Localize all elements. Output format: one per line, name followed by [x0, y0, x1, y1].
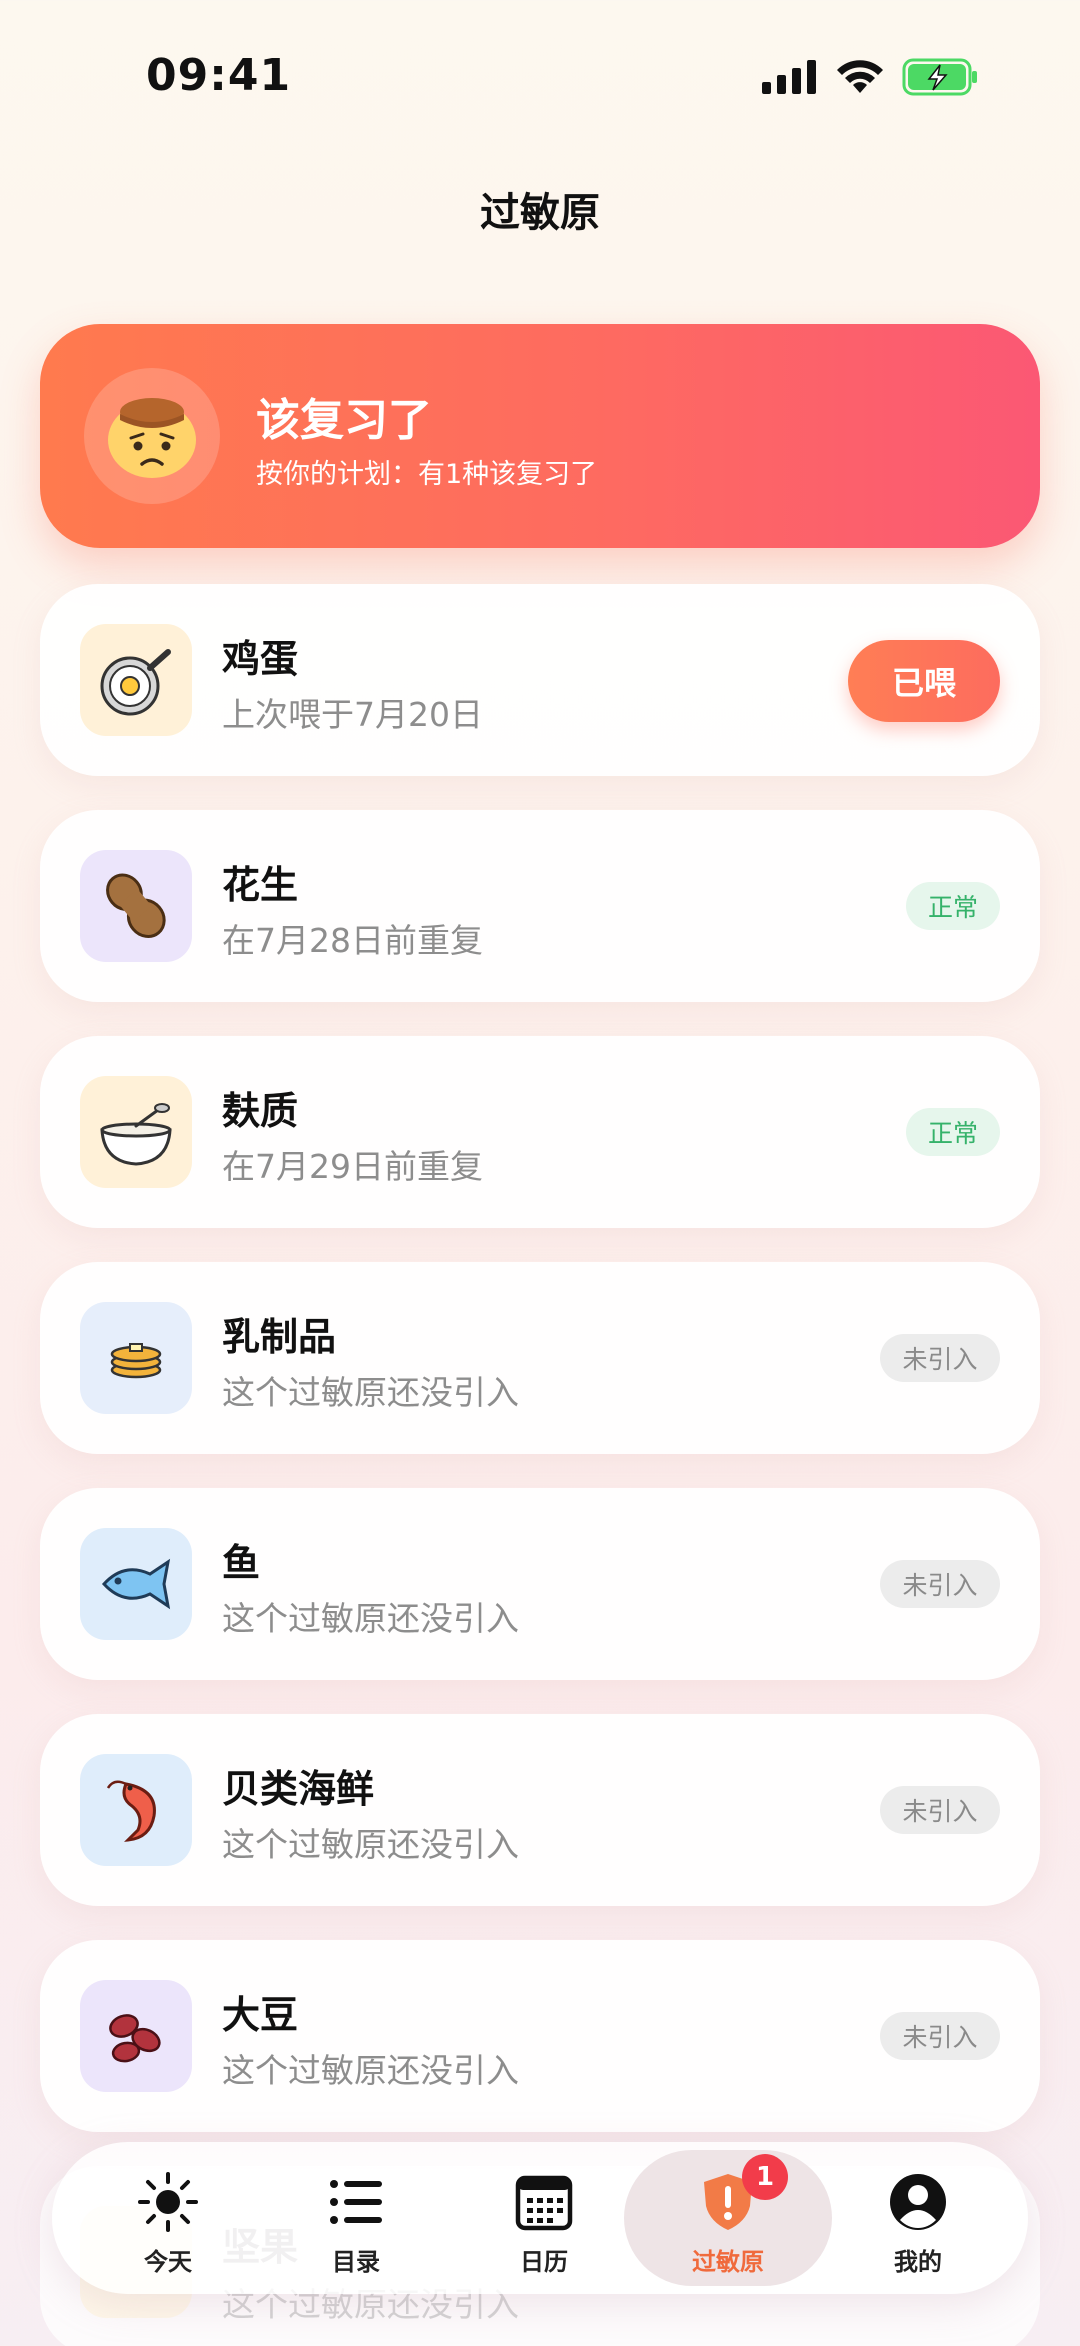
pancake-icon — [80, 1302, 192, 1414]
banner-subtitle: 按你的计划：有1种该复习了 — [256, 459, 598, 490]
sun-icon — [138, 2172, 198, 2232]
status-badge: 正常 — [906, 882, 1000, 930]
allergen-card-peanut[interactable]: 花生 在7月28日前重复 正常 — [40, 810, 1040, 1002]
battery-charging-icon — [902, 58, 977, 96]
tab-allergens[interactable]: 1 过敏原 — [624, 2150, 832, 2286]
allergen-name: 麸质 — [222, 1089, 299, 1133]
tab-label: 今天 — [144, 2248, 192, 2276]
tab-label: 我的 — [894, 2248, 942, 2276]
allergen-name: 鱼 — [222, 1541, 261, 1585]
allergen-subtitle: 在7月28日前重复 — [222, 921, 483, 960]
status-badge: 未引入 — [880, 1560, 1000, 1608]
status-badge: 正常 — [906, 1108, 1000, 1156]
allergen-card-dairy[interactable]: 乳制品 这个过敏原还没引入 未引入 — [40, 1262, 1040, 1454]
tab-catalog[interactable]: 目录 — [262, 2142, 450, 2294]
allergen-card-shellfish[interactable]: 贝类海鲜 这个过敏原还没引入 未引入 — [40, 1714, 1040, 1906]
allergen-subtitle: 这个过敏原还没引入 — [222, 2051, 519, 2090]
allergen-name: 乳制品 — [222, 1315, 337, 1359]
tab-today[interactable]: 今天 — [74, 2142, 262, 2294]
allergen-card-soy[interactable]: 大豆 这个过敏原还没引入 未引入 — [40, 1940, 1040, 2132]
tab-label: 目录 — [332, 2248, 380, 2276]
bottom-tab-bar: 今天 目录 日历 1 过敏原 我的 — [52, 2142, 1028, 2294]
calendar-icon — [515, 2175, 573, 2231]
cellular-signal-icon — [762, 60, 816, 94]
egg-pan-icon — [80, 624, 192, 736]
tab-label: 过敏原 — [692, 2248, 764, 2276]
fish-icon — [80, 1528, 192, 1640]
tab-label: 日历 — [520, 2248, 568, 2276]
status-badge: 未引入 — [880, 2012, 1000, 2060]
page-title: 过敏原 — [480, 190, 600, 236]
allergen-name: 贝类海鲜 — [222, 1767, 375, 1811]
list-icon — [330, 2180, 382, 2224]
banner-title: 该复习了 — [256, 395, 432, 446]
peanut-icon — [80, 850, 192, 962]
allergen-card-gluten[interactable]: 麸质 在7月29日前重复 正常 — [40, 1036, 1040, 1228]
banner-icon-wrap — [84, 368, 220, 504]
status-badge: 未引入 — [880, 1334, 1000, 1382]
allergen-name: 鸡蛋 — [222, 637, 299, 681]
allergen-name: 花生 — [222, 863, 299, 907]
wifi-icon — [837, 60, 883, 93]
shrimp-icon — [80, 1754, 192, 1866]
allergen-name: 大豆 — [222, 1993, 299, 2037]
status-badge: 未引入 — [880, 1786, 1000, 1834]
notification-badge: 1 — [742, 2154, 788, 2200]
allergen-subtitle: 在7月29日前重复 — [222, 1147, 483, 1186]
allergen-subtitle: 这个过敏原还没引入 — [222, 1373, 519, 1412]
bowl-icon — [80, 1076, 192, 1188]
fed-button[interactable]: 已喂 — [848, 640, 1000, 722]
allergen-card-egg[interactable]: 鸡蛋 上次喂于7月20日 已喂 — [40, 584, 1040, 776]
allergen-subtitle: 上次喂于7月20日 — [222, 695, 483, 734]
review-reminder-banner[interactable]: 该复习了 按你的计划：有1种该复习了 — [40, 324, 1040, 548]
tab-profile[interactable]: 我的 — [824, 2142, 1012, 2294]
status-icons — [762, 58, 980, 96]
tab-calendar[interactable]: 日历 — [450, 2142, 638, 2294]
allergen-card-fish[interactable]: 鱼 这个过敏原还没引入 未引入 — [40, 1488, 1040, 1680]
profile-icon — [890, 2174, 946, 2230]
beans-icon — [80, 1980, 192, 2092]
allergen-subtitle: 这个过敏原还没引入 — [222, 1825, 519, 1864]
status-time: 09:41 — [146, 50, 292, 101]
worried-pudding-icon — [108, 398, 196, 478]
allergen-subtitle: 这个过敏原还没引入 — [222, 1599, 519, 1638]
status-bar: 09:41 — [0, 0, 1080, 150]
